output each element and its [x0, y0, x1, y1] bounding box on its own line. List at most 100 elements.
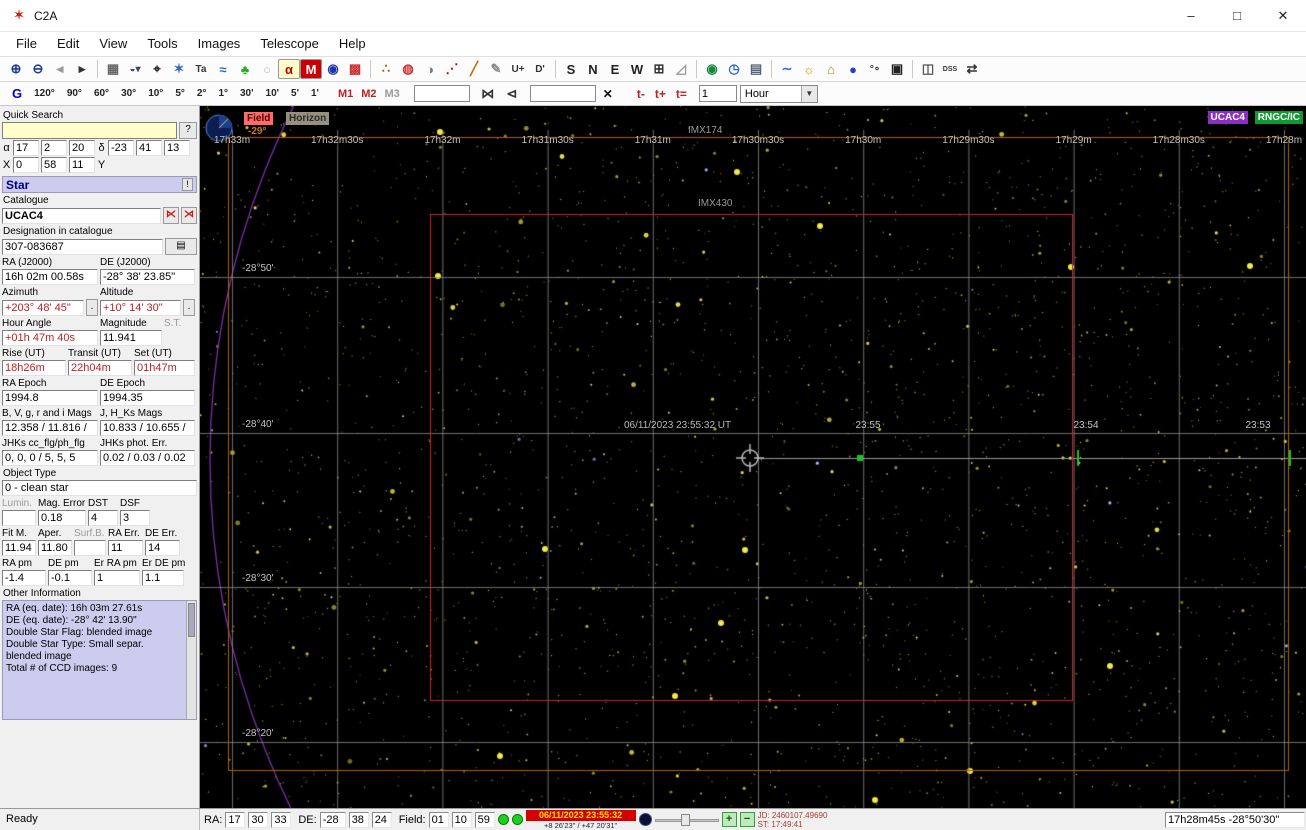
star-settings-icon[interactable]: ✶ [168, 59, 190, 79]
chart-icon[interactable]: ≈ [212, 59, 234, 79]
grid-toggle-button[interactable]: G [8, 86, 26, 101]
horizon-tab[interactable]: Horizon [286, 112, 330, 125]
ellipse-icon[interactable]: ○ [256, 59, 278, 79]
x-1-input[interactable]: 0 [13, 157, 39, 173]
time-slider[interactable] [654, 813, 719, 827]
sphere-icon[interactable]: ● [842, 59, 864, 79]
fov-30min[interactable]: 30' [235, 86, 259, 101]
mark-input-1[interactable] [413, 85, 470, 102]
east-icon[interactable]: E [604, 59, 626, 79]
d-prime-icon[interactable]: D' [529, 59, 551, 79]
ucac4-catalog-badge[interactable]: UCAC4 [1207, 111, 1248, 124]
ephemeris-panel-icon[interactable]: ▤ [745, 59, 767, 79]
alpha-m-input[interactable]: 2 [41, 140, 67, 156]
center-field-icon[interactable]: ⊞ [648, 59, 670, 79]
delta-d-input[interactable]: -23 [108, 140, 134, 156]
marker-m2-button[interactable]: M2 [358, 87, 379, 101]
sky-display-icon[interactable]: ◒▾ [124, 59, 146, 79]
x-3-input[interactable]: 11 [69, 157, 95, 173]
rngc-catalog-badge[interactable]: RNGC/IC [1254, 111, 1303, 124]
close-button[interactable]: ✕ [1260, 0, 1306, 32]
grid-icon[interactable]: ▦ [102, 59, 124, 79]
menu-images[interactable]: Images [188, 34, 251, 54]
alpha-s-input[interactable]: 20 [69, 140, 95, 156]
altitude-more-button[interactable]: . [183, 299, 195, 316]
track-dots-icon[interactable]: ⋰ [441, 59, 463, 79]
menu-telescope[interactable]: Telescope [250, 34, 329, 54]
time-step-value-input[interactable] [698, 85, 737, 102]
west-icon[interactable]: W [626, 59, 648, 79]
dome-icon[interactable]: ⌂ [820, 59, 842, 79]
clear-button[interactable]: ✕ [599, 87, 617, 101]
north-icon[interactable]: N [582, 59, 604, 79]
status-ra-m[interactable]: 30 [248, 811, 269, 828]
fov-90deg[interactable]: 90° [62, 86, 87, 101]
quick-search-help-button[interactable]: ? [179, 122, 197, 139]
x-2-input[interactable]: 58 [41, 157, 67, 173]
mirror-vertical-icon[interactable]: ⊲ [501, 84, 523, 104]
fov-60deg[interactable]: 60° [89, 86, 114, 101]
print-icon[interactable]: ▤ [165, 238, 197, 255]
catalogue-select[interactable]: UCAC4 [2, 207, 161, 224]
fov-2deg[interactable]: 2° [192, 86, 212, 101]
labels-icon[interactable]: Ta [190, 59, 212, 79]
panel-pin-button[interactable]: ! [182, 178, 193, 191]
earth-icon[interactable]: ◉ [701, 59, 723, 79]
clock-icon[interactable]: ◷ [723, 59, 745, 79]
fov-5deg[interactable]: 5° [170, 86, 190, 101]
status-field-m[interactable]: 10 [451, 811, 472, 828]
landscape-icon[interactable]: ♣ [234, 59, 256, 79]
status-de-m[interactable]: 38 [348, 811, 369, 828]
fov-1min[interactable]: 1' [306, 86, 324, 101]
time-unit-select[interactable]: Hour ▼ [739, 84, 818, 103]
fov-120deg[interactable]: 120° [29, 86, 60, 101]
messier-icon[interactable]: M [300, 59, 322, 79]
azimuth-more-button[interactable]: . [86, 299, 98, 316]
degrees-icon[interactable]: °∘ [864, 59, 886, 79]
time-now-button[interactable]: t= [673, 86, 690, 102]
menu-edit[interactable]: Edit [47, 34, 89, 54]
catalogue-next-button[interactable]: ⋊ [181, 207, 197, 224]
fov-30deg[interactable]: 30° [116, 86, 141, 101]
greek-alpha-icon[interactable]: α [278, 59, 300, 79]
menu-view[interactable]: View [89, 34, 137, 54]
comet-icon[interactable]: ╱ [463, 59, 485, 79]
fov-5min[interactable]: 5' [286, 86, 304, 101]
status-field-d[interactable]: 01 [428, 811, 449, 828]
star-chart-canvas[interactable] [200, 106, 1306, 808]
designation-input[interactable]: 307-083687 [2, 238, 163, 255]
time-back-button[interactable]: t- [634, 86, 648, 102]
status-field-s[interactable]: 59 [474, 811, 495, 828]
maximize-button[interactable]: □ [1214, 0, 1260, 32]
status-ra-h[interactable]: 17 [225, 811, 246, 828]
delta-s-input[interactable]: 13 [164, 140, 190, 156]
mirror-horizontal-icon[interactable]: ⋈ [477, 84, 499, 104]
status-ra-s[interactable]: 33 [271, 811, 292, 828]
checkerboard-icon[interactable]: ▩ [344, 59, 366, 79]
quick-search-input[interactable] [2, 122, 177, 139]
scatter-dots-icon[interactable]: ∴ [375, 59, 397, 79]
marker-m1-button[interactable]: M1 [335, 87, 356, 101]
mark-input-2[interactable] [529, 85, 596, 102]
fov-10min[interactable]: 10' [261, 86, 285, 101]
planet-icon[interactable]: ◍ [397, 59, 419, 79]
back-icon[interactable]: ◂ [49, 59, 71, 79]
south-icon[interactable]: S [560, 59, 582, 79]
time-slider-thumb[interactable] [680, 813, 690, 826]
status-de-s[interactable]: 24 [371, 811, 392, 828]
field-tab[interactable]: Field [244, 112, 274, 125]
zoom-out-icon[interactable]: ⊖ [27, 59, 49, 79]
chevron-down-icon[interactable]: ▼ [800, 85, 817, 102]
camera-icon[interactable]: ▣ [886, 59, 908, 79]
menu-tools[interactable]: Tools [137, 34, 187, 54]
menu-help[interactable]: Help [329, 34, 376, 54]
moon-phase-icon[interactable]: ◑ [419, 59, 441, 79]
info-scrollbar-thumb[interactable] [188, 603, 195, 637]
dss-icon[interactable]: DSS [939, 59, 961, 79]
catalogue-prev-button[interactable]: ⋉ [163, 207, 179, 224]
status-de-d[interactable]: -28 [319, 811, 346, 828]
marker-m3-button[interactable]: M3 [382, 87, 403, 101]
u-plus-icon[interactable]: U+ [507, 59, 529, 79]
connect-icon[interactable]: ⇄ [961, 59, 983, 79]
globe-icon[interactable]: ◉ [322, 59, 344, 79]
